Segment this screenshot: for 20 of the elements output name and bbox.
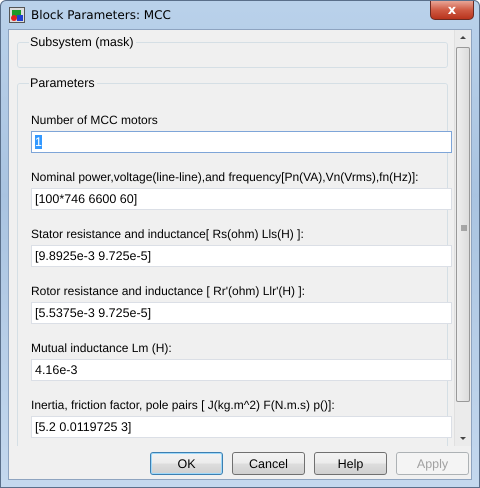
dialog-button[interactable]: Cancel — [232, 452, 305, 475]
block-icon — [9, 7, 25, 23]
parameter-label: Mutual inductance Lm (H): — [31, 340, 173, 357]
parameter-label: Number of MCC motors — [31, 112, 159, 129]
window-title: Block Parameters: MCC — [31, 8, 171, 22]
parameter-label: Stator resistance and inductance[ Rs(ohm) Lls(H) ]: — [31, 226, 305, 243]
scroll-thumb[interactable] — [456, 47, 470, 402]
parameter-field[interactable]: 4.16e-3 — [31, 359, 452, 381]
close-button[interactable]: x — [430, 1, 474, 20]
dialog-button[interactable]: Help — [314, 452, 387, 475]
parameter-field[interactable]: [100*746 6600 60] — [31, 188, 452, 210]
parameter-field[interactable]: [5.2 0.0119725 3] — [31, 416, 452, 438]
group-title: Subsystem (mask) — [29, 34, 136, 50]
parameter-label: Inertia, friction factor, pole pairs [ J(kg.m^2) F(N.m.s) p()]: — [31, 397, 336, 414]
scrollbar[interactable] — [454, 30, 471, 446]
parameter-label: Nominal power,voltage(line-line),and frequency[Pn(VA),Vn(Vrms),fn(Hz)]: — [31, 169, 420, 186]
parameter-field[interactable]: [5.5375e-3 9.725e-5] — [31, 302, 452, 324]
parameter-label: Rotor resistance and inductance [ Rr'(ohm) Llr'(H) ]: — [31, 283, 306, 300]
parameter-field[interactable]: [9.8925e-3 9.725e-5] — [31, 245, 452, 267]
dialog-button[interactable]: OK — [150, 452, 223, 475]
